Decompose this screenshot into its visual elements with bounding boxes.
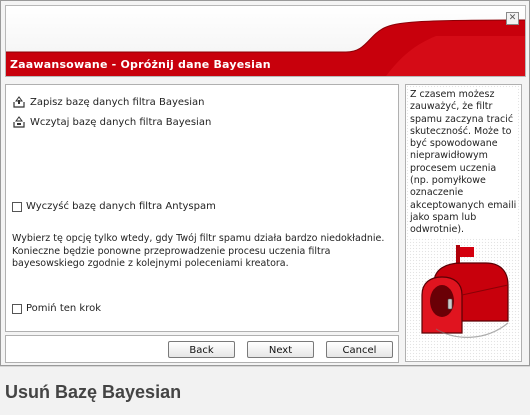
options-panel: Zapisz bazę danych filtra Bayesian Wczyt… (5, 84, 399, 332)
upload-icon (13, 96, 25, 108)
clear-database-option[interactable]: Wyczyść bazę danych filtra Antyspam (12, 201, 216, 212)
save-database-option[interactable]: Zapisz bazę danych filtra Bayesian (12, 95, 204, 109)
wizard-header: ✕ Zaawansowane - Opróżnij dane Bayesian (5, 5, 526, 77)
skip-step-option[interactable]: Pomiń ten krok (12, 303, 101, 314)
cancel-button[interactable]: Cancel (326, 341, 393, 358)
load-database-label: Wczytaj bazę danych filtra Bayesian (30, 116, 212, 128)
caption-title: Usuń Bazę Bayesian (5, 382, 182, 402)
next-button[interactable]: Next (247, 341, 314, 358)
close-button[interactable]: ✕ (506, 12, 519, 25)
download-icon (13, 116, 25, 128)
tip-text: Z czasem możesz zauważyć, że filtr spamu… (410, 89, 518, 237)
wizard-window: ✕ Zaawansowane - Opróżnij dane Bayesian … (0, 0, 530, 366)
skip-step-label: Pomiń ten krok (26, 303, 102, 314)
save-database-label: Zapisz bazę danych filtra Bayesian (30, 96, 205, 108)
clear-database-checkbox[interactable] (12, 201, 22, 212)
tip-panel: Z czasem możesz zauważyć, że filtr spamu… (405, 84, 522, 362)
back-button[interactable]: Back (168, 341, 235, 358)
wizard-title: Zaawansowane - Opróżnij dane Bayesian (10, 58, 271, 71)
clear-description: Wybierz tę opcję tylko wtedy, gdy Twój f… (12, 233, 385, 269)
mailbox-icon (421, 245, 509, 338)
skip-step-checkbox[interactable] (12, 303, 22, 314)
caption-bar: Usuń Bazę Bayesian (0, 366, 530, 415)
load-database-option[interactable]: Wczytaj bazę danych filtra Bayesian (12, 115, 211, 129)
clear-database-label: Wyczyść bazę danych filtra Antyspam (26, 201, 216, 212)
button-bar: Back Next Cancel (5, 335, 399, 363)
